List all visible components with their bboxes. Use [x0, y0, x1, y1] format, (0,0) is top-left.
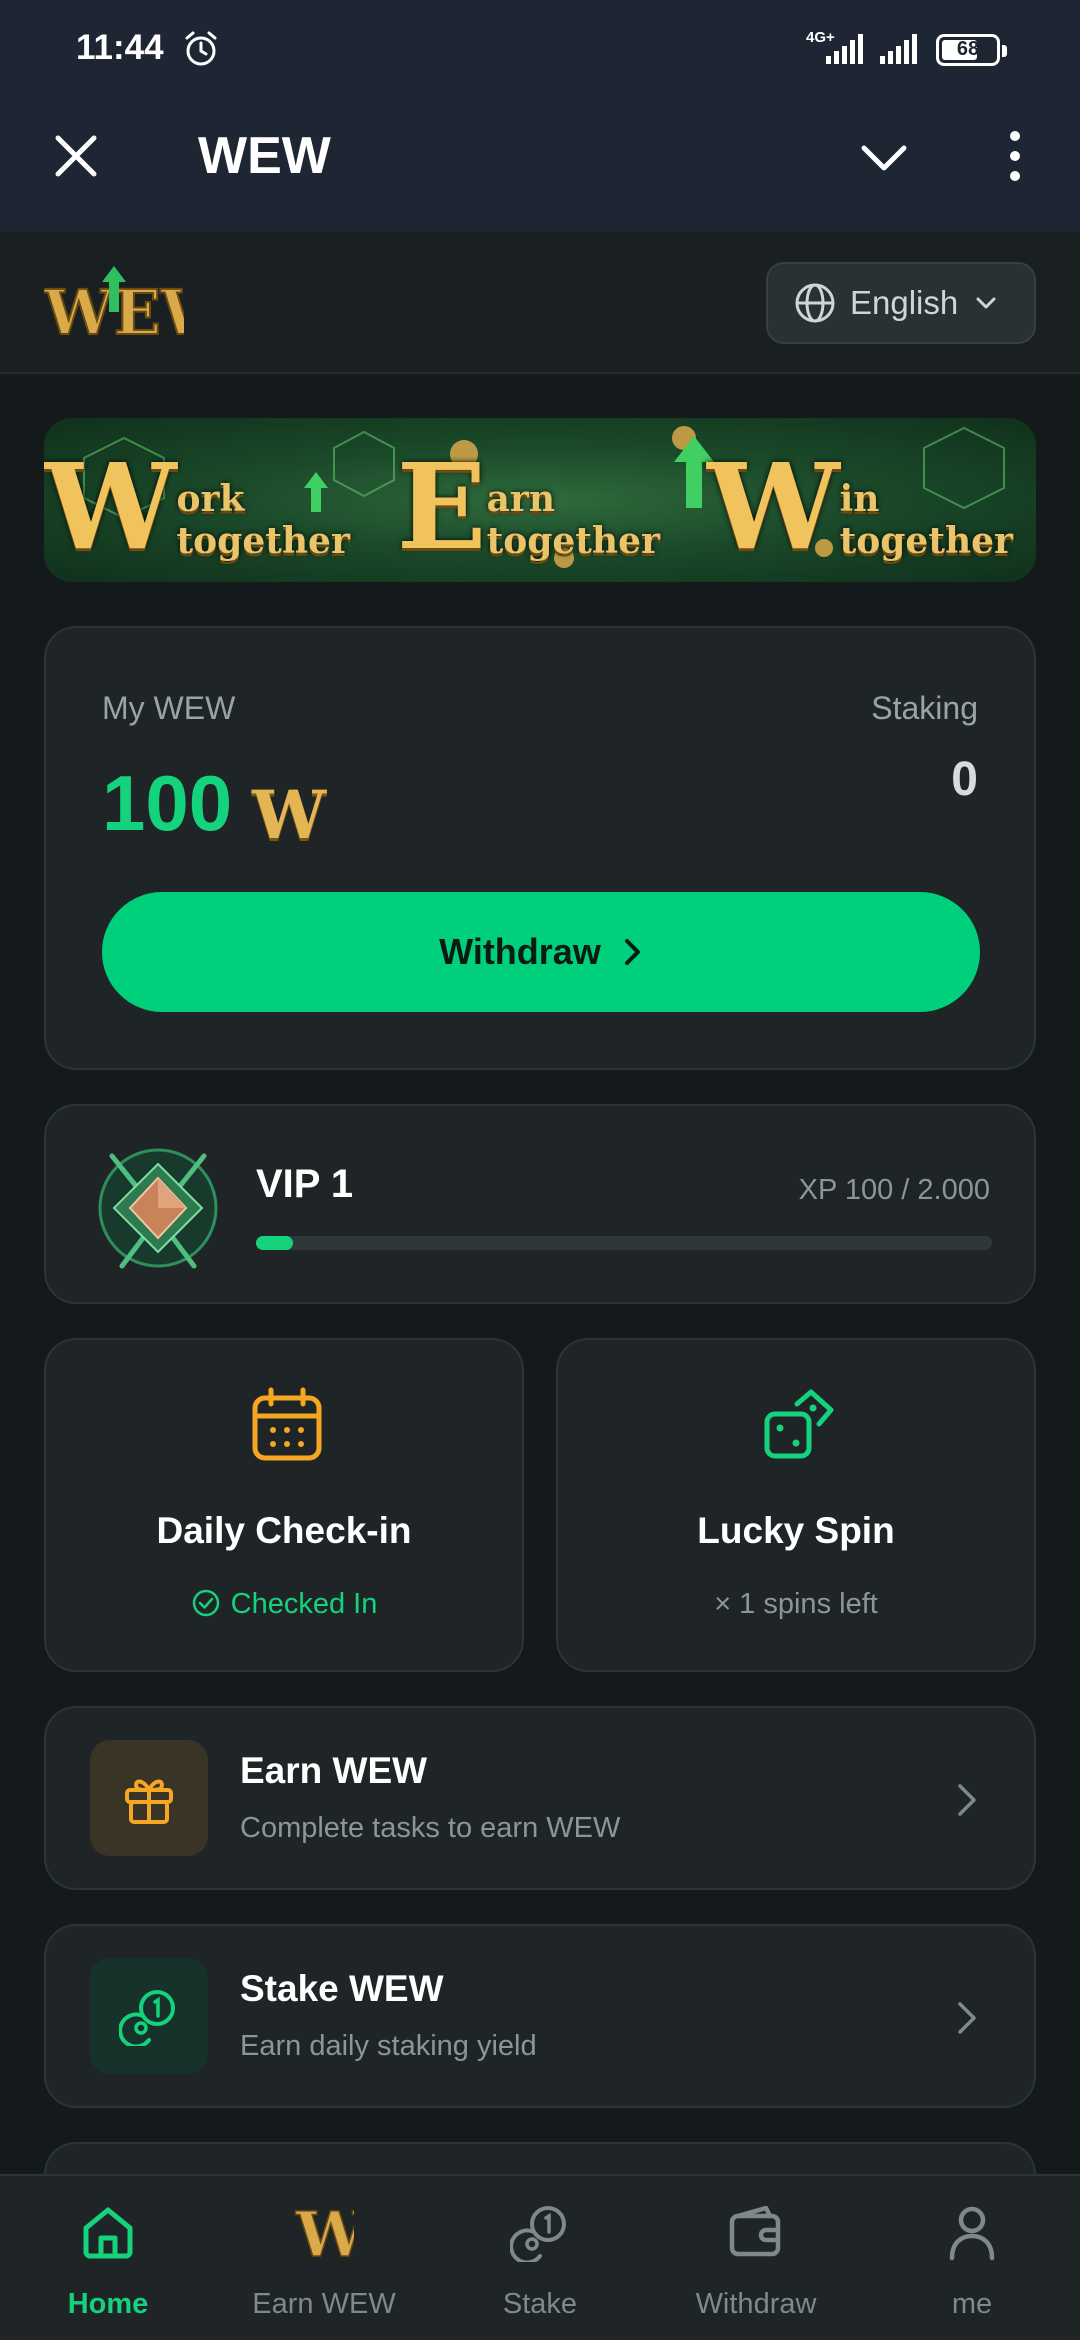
stake-icon-box	[90, 1958, 208, 2074]
stake-wew-row[interactable]: Stake WEW Earn daily staking yield	[44, 1924, 1036, 2108]
chevron-right-icon	[958, 1784, 976, 1816]
language-selector[interactable]: English	[766, 262, 1036, 344]
nav-withdraw[interactable]: Withdraw	[648, 2176, 864, 2340]
top-bar: 11:44 4G+ 68 WEW	[0, 0, 1080, 232]
language-label: English	[850, 284, 959, 321]
vip-progress-bar	[256, 1236, 992, 1250]
earn-wew-subtitle: Complete tasks to earn WEW	[240, 1812, 621, 1844]
checkin-status-text: Checked In	[230, 1588, 378, 1620]
wallet-icon	[729, 2205, 781, 2257]
banner-text-2: arn together	[486, 478, 660, 562]
status-time: 11:44	[76, 28, 164, 67]
daily-checkin-tile[interactable]: Daily Check-in Checked In	[44, 1338, 524, 1672]
nav-withdraw-label: Withdraw	[695, 2288, 817, 2320]
staking-label: Staking	[871, 690, 978, 726]
wew-coin-icon: W	[252, 776, 327, 854]
nav-me[interactable]: me	[864, 2176, 1080, 2340]
withdraw-button-label: Withdraw	[439, 931, 601, 972]
signal-icon-2	[880, 34, 917, 64]
gift-icon	[125, 1779, 173, 1824]
close-icon[interactable]	[48, 128, 104, 184]
more-options-icon[interactable]	[990, 126, 1040, 186]
signal-icon	[826, 34, 863, 64]
earn-wew-row[interactable]: Earn WEW Complete tasks to earn WEW	[44, 1706, 1036, 1890]
banner-letter-2: E	[396, 437, 487, 576]
battery-level: 68	[956, 38, 980, 60]
stake-coins-icon	[510, 2206, 566, 2262]
banner-letter-1: W	[44, 437, 177, 576]
check-circle-icon	[192, 1589, 219, 1617]
status-bar: 11:44 4G+ 68	[0, 0, 1080, 96]
calendar-icon	[252, 1387, 322, 1461]
spins-left: × 1 spins left	[714, 1588, 878, 1620]
chevron-down-icon[interactable]	[856, 130, 912, 186]
alarm-icon	[185, 31, 217, 66]
lucky-spin-title: Lucky Spin	[697, 1510, 895, 1551]
withdraw-button[interactable]: Withdraw	[102, 892, 980, 1012]
chevron-right-icon	[624, 939, 640, 965]
app-header: WEW English	[0, 232, 1080, 374]
banner-text-1: ork together	[176, 478, 350, 562]
stake-wew-subtitle: Earn daily staking yield	[240, 2030, 537, 2062]
daily-checkin-title: Daily Check-in	[156, 1510, 412, 1551]
earn-wew-title: Earn WEW	[240, 1750, 428, 1791]
nav-me-label: me	[951, 2288, 993, 2320]
promo-banner[interactable]: W ork together E arn together W in toget…	[44, 418, 1036, 582]
earn-icon-box	[90, 1740, 208, 1856]
vip-level: VIP 1	[256, 1162, 354, 1206]
banner-letter-3: W	[707, 437, 840, 576]
nav-stake[interactable]: Stake	[432, 2176, 648, 2340]
staking-value: 0	[951, 753, 978, 806]
nav-earn-wew-label: Earn WEW	[252, 2288, 396, 2320]
user-icon	[949, 2206, 995, 2261]
my-wew-label: My WEW	[102, 690, 236, 726]
vip-card[interactable]: VIP 1 XP 100 / 2.000	[44, 1104, 1036, 1304]
battery-icon: 68	[936, 34, 1007, 66]
chevron-down-icon	[976, 297, 996, 309]
stake-wew-title: Stake WEW	[240, 1968, 444, 2009]
chevron-right-icon	[958, 2002, 976, 2034]
title-bar: WEW	[0, 96, 1080, 232]
nav-earn-wew[interactable]: W Earn WEW	[216, 2176, 432, 2340]
wallet-card: My WEW Staking 100 W 0 Withdraw	[44, 626, 1036, 1070]
banner-text-3: in together	[839, 478, 1013, 562]
page-title: WEW	[198, 127, 331, 185]
banner-slogan: W ork together E arn together W in toget…	[44, 418, 1036, 582]
checkin-status: Checked In	[46, 1588, 522, 1621]
nav-home-label: Home	[67, 2288, 149, 2320]
wew-coin-icon: W	[294, 2202, 354, 2262]
nav-stake-label: Stake	[502, 2288, 578, 2320]
vip-xp-text: XP 100 / 2.000	[798, 1174, 990, 1206]
stake-coins-icon	[119, 1990, 175, 2046]
battery-nub	[1002, 45, 1007, 57]
dice-icon	[764, 1389, 834, 1459]
vip-progress-fill	[256, 1236, 293, 1250]
nav-home[interactable]: Home	[0, 2176, 216, 2340]
wew-logo: WEW	[44, 266, 184, 344]
vip-badge-icon	[98, 1148, 218, 1269]
bottom-nav: Home W Earn WEW Stake Withdraw me	[0, 2174, 1080, 2340]
wew-balance: 100	[102, 759, 233, 847]
svg-text:W: W	[295, 2202, 354, 2262]
home-icon	[83, 2207, 133, 2259]
lucky-spin-tile[interactable]: Lucky Spin × 1 spins left	[556, 1338, 1036, 1672]
globe-icon	[795, 283, 835, 323]
